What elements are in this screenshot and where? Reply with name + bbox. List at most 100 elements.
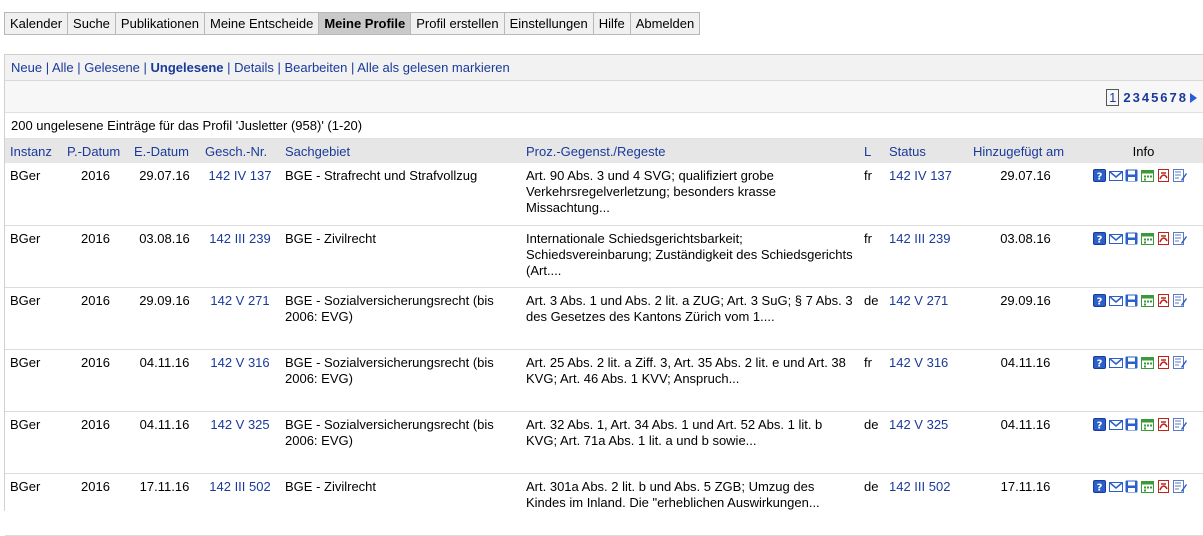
mail-icon[interactable] [1109, 231, 1125, 246]
tab-publikationen[interactable]: Publikationen [116, 13, 205, 34]
cell-gesch-nr-link[interactable]: 142 III 239 [209, 231, 270, 246]
mail-icon[interactable] [1109, 479, 1125, 494]
cell-gesch-nr[interactable]: 142 V 271 [200, 287, 280, 350]
table-row[interactable]: BGer 2016 29.07.16 142 IV 137 BGE - Strafrec… [5, 163, 1203, 226]
filter-link-alle[interactable]: Alle [52, 60, 74, 75]
pdf-icon[interactable] [1157, 168, 1173, 183]
col-sachgebiet[interactable]: Sachgebiet [280, 139, 521, 163]
col-language[interactable]: L [859, 139, 884, 163]
col-e-datum[interactable]: E.-Datum [129, 139, 200, 163]
cell-status-link[interactable]: 142 V 325 [889, 417, 948, 432]
pdf-icon[interactable] [1157, 231, 1173, 246]
cell-gesch-nr-link[interactable]: 142 V 271 [210, 293, 269, 308]
table-row[interactable]: BGer 2016 04.11.16 142 V 325 BGE - Sozialver… [5, 411, 1203, 474]
calendar-icon[interactable] [1141, 231, 1157, 246]
edit-icon[interactable] [1173, 168, 1189, 183]
edit-icon[interactable] [1173, 417, 1189, 432]
cell-gesch-nr[interactable]: 142 V 316 [200, 349, 280, 412]
pdf-icon[interactable] [1157, 293, 1173, 308]
tab-meine-profile[interactable]: Meine Profile [319, 13, 412, 34]
help-icon[interactable]: ? [1093, 231, 1109, 246]
edit-icon[interactable] [1173, 231, 1189, 246]
pdf-icon[interactable] [1157, 417, 1173, 432]
cell-status-link[interactable]: 142 III 502 [889, 479, 950, 494]
save-icon[interactable] [1125, 293, 1141, 308]
help-icon[interactable]: ? [1093, 168, 1109, 183]
cell-status[interactable]: 142 V 316 [884, 349, 968, 412]
mail-icon[interactable] [1109, 293, 1125, 308]
help-icon[interactable]: ? [1093, 293, 1109, 308]
page-link[interactable]: 3 [1132, 90, 1141, 105]
col-gesch-nr[interactable]: Gesch.-Nr. [200, 139, 280, 163]
help-icon[interactable]: ? [1093, 417, 1109, 432]
table-row[interactable]: BGer 2016 03.08.16 142 III 239 BGE - Zivilre… [5, 225, 1203, 288]
cell-gesch-nr[interactable]: 142 III 239 [200, 225, 280, 288]
edit-icon[interactable] [1173, 355, 1189, 370]
calendar-icon[interactable] [1141, 293, 1157, 308]
mail-icon[interactable] [1109, 417, 1125, 432]
pdf-icon[interactable] [1157, 479, 1173, 494]
next-page-icon[interactable] [1190, 92, 1197, 103]
calendar-icon[interactable] [1141, 479, 1157, 494]
col-instanz[interactable]: Instanz [5, 139, 62, 163]
page-link[interactable]: 2 [1122, 90, 1131, 105]
save-icon[interactable] [1125, 231, 1141, 246]
tab-kalender[interactable]: Kalender [5, 13, 69, 34]
save-icon[interactable] [1125, 168, 1141, 183]
cell-status-link[interactable]: 142 III 239 [889, 231, 950, 246]
filter-link-ungelesene[interactable]: Ungelesene [151, 60, 224, 75]
cell-gesch-nr-link[interactable]: 142 III 502 [209, 479, 270, 494]
page-link[interactable]: 6 [1159, 90, 1168, 105]
cell-gesch-nr-link[interactable]: 142 V 325 [210, 417, 269, 432]
cell-status[interactable]: 142 III 239 [884, 225, 968, 288]
cell-status-link[interactable]: 142 IV 137 [889, 168, 952, 183]
save-icon[interactable] [1125, 355, 1141, 370]
cell-gesch-nr[interactable]: 142 V 325 [200, 411, 280, 474]
calendar-icon[interactable] [1141, 417, 1157, 432]
edit-icon[interactable] [1173, 479, 1189, 494]
cell-status[interactable]: 142 V 325 [884, 411, 968, 474]
tab-profil-erstellen[interactable]: Profil erstellen [411, 13, 505, 34]
filter-link-neue[interactable]: Neue [11, 60, 42, 75]
calendar-icon[interactable] [1141, 355, 1157, 370]
col-regeste[interactable]: Proz.-Gegenst./Regeste [521, 139, 859, 163]
col-status[interactable]: Status [884, 139, 968, 163]
cell-status[interactable]: 142 III 502 [884, 473, 968, 536]
edit-icon[interactable] [1173, 293, 1189, 308]
save-icon[interactable] [1125, 417, 1141, 432]
mail-icon[interactable] [1109, 168, 1125, 183]
col-added[interactable]: Hinzugefügt am [968, 139, 1083, 163]
save-icon[interactable] [1125, 479, 1141, 494]
page-link[interactable]: 5 [1150, 90, 1159, 105]
col-p-datum[interactable]: P.-Datum [62, 139, 129, 163]
help-icon[interactable]: ? [1093, 355, 1109, 370]
filter-link-alle-als-gelesen-markieren[interactable]: Alle als gelesen markieren [357, 60, 509, 75]
tab-einstellungen[interactable]: Einstellungen [505, 13, 594, 34]
cell-status-link[interactable]: 142 V 316 [889, 355, 948, 370]
table-row[interactable]: BGer 2016 17.11.16 142 III 502 BGE - Zivilre… [5, 473, 1203, 536]
calendar-icon[interactable] [1141, 168, 1157, 183]
cell-status-link[interactable]: 142 V 271 [889, 293, 948, 308]
pdf-icon[interactable] [1157, 355, 1173, 370]
table-row[interactable]: BGer 2016 04.11.16 142 V 316 BGE - Sozialver… [5, 349, 1203, 412]
filter-link-gelesene[interactable]: Gelesene [84, 60, 140, 75]
filter-link-details[interactable]: Details [234, 60, 274, 75]
cell-gesch-nr-link[interactable]: 142 IV 137 [209, 168, 272, 183]
tab-suche[interactable]: Suche [68, 13, 116, 34]
help-icon[interactable]: ? [1093, 479, 1109, 494]
cell-gesch-nr[interactable]: 142 III 502 [200, 473, 280, 536]
filter-link-bearbeiten[interactable]: Bearbeiten [284, 60, 347, 75]
page-link[interactable]: 7 [1169, 90, 1178, 105]
tab-meine-entscheide[interactable]: Meine Entscheide [205, 13, 320, 34]
tab-abmelden[interactable]: Abmelden [631, 13, 700, 34]
page-link[interactable]: 8 [1178, 90, 1187, 105]
cell-gesch-nr-link[interactable]: 142 V 316 [210, 355, 269, 370]
cell-gesch-nr[interactable]: 142 IV 137 [200, 163, 280, 226]
tab-hilfe[interactable]: Hilfe [594, 13, 631, 34]
page-current[interactable]: 1 [1106, 89, 1120, 106]
cell-status[interactable]: 142 IV 137 [884, 163, 968, 226]
mail-icon[interactable] [1109, 355, 1125, 370]
table-row[interactable]: BGer 2016 29.09.16 142 V 271 BGE - Sozialver… [5, 287, 1203, 350]
page-link[interactable]: 4 [1141, 90, 1150, 105]
cell-status[interactable]: 142 V 271 [884, 287, 968, 350]
